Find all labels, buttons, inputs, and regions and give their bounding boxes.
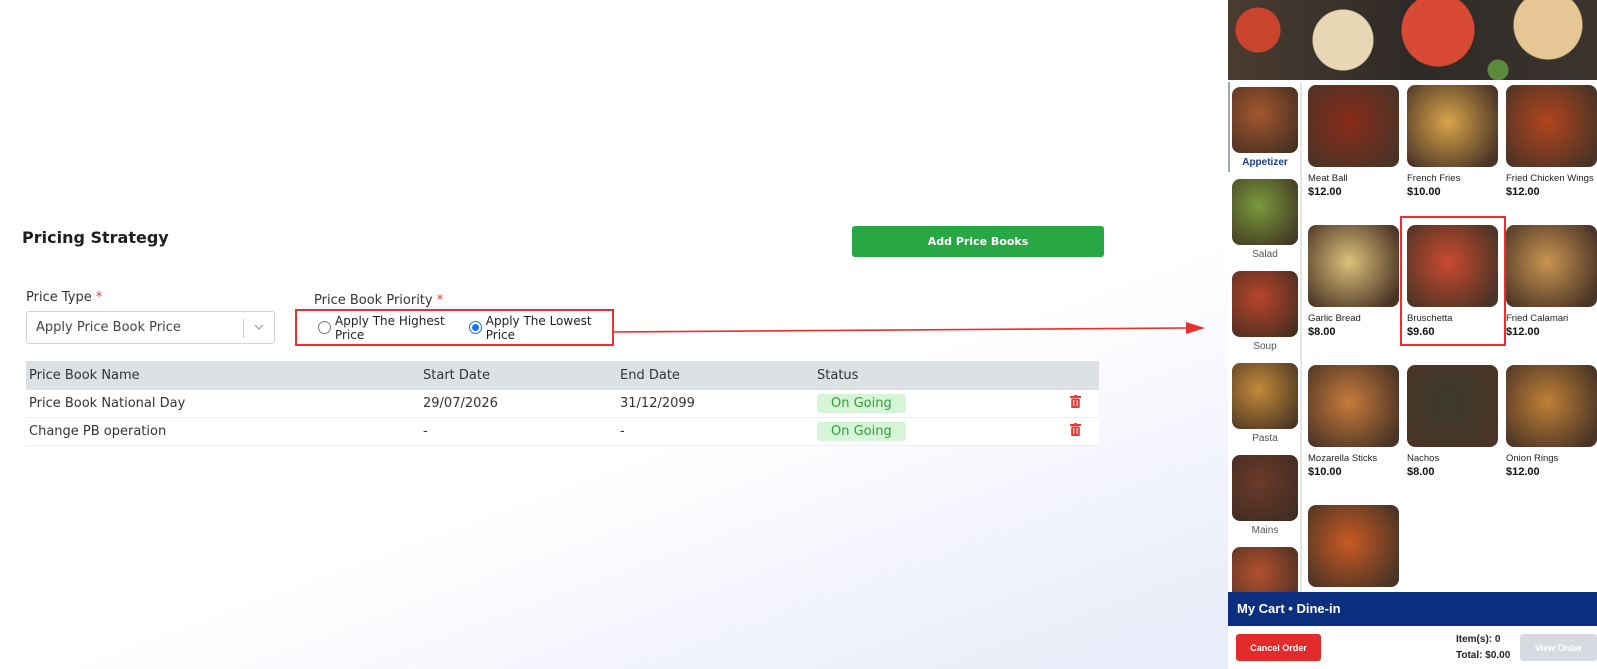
category-image [1232, 271, 1298, 337]
category-item[interactable]: Soup [1232, 271, 1298, 352]
table-header: Price Book Name Start Date End Date Stat… [26, 361, 1099, 390]
product-price: $12.00 [1506, 326, 1540, 338]
category-label: Soup [1253, 341, 1277, 352]
cell-start: - [423, 424, 428, 439]
header-status: Status [817, 368, 859, 383]
cart-bar: My Cart • Dine-in [1228, 592, 1597, 626]
product-image [1308, 225, 1399, 307]
select-divider [243, 319, 244, 338]
view-order-button[interactable]: View Order [1520, 634, 1597, 661]
product-price: $12.00 [1506, 466, 1540, 478]
cell-end: - [620, 424, 625, 439]
category-label: Mains [1251, 525, 1279, 536]
category-item[interactable]: Mains [1232, 455, 1298, 536]
product-tile[interactable]: Nachos $8.00 [1407, 365, 1498, 478]
price-type-select[interactable]: Apply Price Book Price [26, 311, 275, 344]
product-name: Mozarella Sticks [1308, 453, 1378, 464]
product-image [1407, 85, 1498, 167]
chevron-down-icon [254, 324, 264, 331]
category-item[interactable]: Appetizer [1232, 87, 1298, 168]
cell-name: Change PB operation [29, 424, 167, 439]
category-image [1232, 363, 1298, 429]
category-label: Salad [1252, 249, 1278, 260]
product-name: Meat Ball [1308, 173, 1348, 184]
food-banner-image [1228, 0, 1597, 80]
priority-label-text: Price Book Priority [314, 293, 433, 308]
cell-end: 31/12/2099 [620, 396, 695, 411]
product-tile[interactable]: Onion Rings $12.00 [1506, 365, 1597, 478]
product-tile[interactable]: Meat Ball $12.00 [1308, 85, 1399, 198]
radio-label: Apply The Lowest Price [485, 313, 592, 342]
cart-total: Total: $0.00 [1456, 650, 1511, 661]
highlight-box-bruschetta [1400, 216, 1506, 346]
page-title: Pricing Strategy [22, 228, 169, 247]
product-image [1308, 505, 1399, 587]
cell-start: 29/07/2026 [423, 396, 498, 411]
product-tile[interactable]: French Fries $10.00 [1407, 85, 1498, 198]
product-image [1506, 365, 1597, 447]
required-mark: * [436, 293, 444, 308]
radio-highest-price[interactable]: Apply The Highest Price [318, 314, 460, 342]
product-name: Garlic Bread [1308, 313, 1361, 324]
category-label: Appetizer [1242, 157, 1288, 168]
product-image [1308, 85, 1399, 167]
product-image [1506, 225, 1597, 307]
product-tile[interactable] [1308, 505, 1399, 593]
item-count: Item(s): 0 [1456, 634, 1501, 645]
header-name: Price Book Name [29, 368, 140, 383]
product-image [1506, 85, 1597, 167]
radio-label: Apply The Highest Price [335, 313, 445, 342]
product-price: $8.00 [1407, 466, 1435, 478]
product-name: French Fries [1407, 173, 1461, 184]
header-start-date: Start Date [423, 368, 490, 383]
price-type-label: Price Type * [26, 290, 102, 305]
product-name: Nachos [1407, 453, 1440, 464]
cart-summary: Item(s): 0 Total: $0.00 [1456, 632, 1510, 664]
add-price-books-button[interactable]: Add Price Books [852, 226, 1104, 257]
table-row: Change PB operation - - On Going [26, 418, 1099, 446]
product-price: $12.00 [1308, 186, 1342, 198]
product-price: $12.00 [1506, 186, 1540, 198]
price-book-table: Price Book Name Start Date End Date Stat… [26, 361, 1099, 446]
product-tile[interactable]: Fried Chicken Wings $12.00 [1506, 85, 1597, 198]
product-name: Fried Chicken Wings [1506, 173, 1594, 184]
cart-footer: Cancel Order Item(s): 0 Total: $0.00 Vie… [1228, 626, 1597, 669]
price-book-priority-label: Price Book Priority * [314, 293, 443, 308]
table-row: Price Book National Day 29/07/2026 31/12… [26, 390, 1099, 418]
radio-button[interactable] [318, 321, 331, 334]
product-image [1308, 365, 1399, 447]
product-name: Fried Calamari [1506, 313, 1569, 324]
status-badge: On Going [817, 422, 906, 441]
status-badge: On Going [817, 394, 906, 413]
cancel-order-button[interactable]: Cancel Order [1236, 634, 1321, 661]
category-item[interactable]: Pasta [1232, 363, 1298, 444]
product-tile[interactable]: Garlic Bread $8.00 [1308, 225, 1399, 338]
product-image [1407, 365, 1498, 447]
annotation-arrow [614, 322, 1205, 334]
category-image [1232, 455, 1298, 521]
required-mark: * [95, 290, 103, 305]
category-image [1232, 179, 1298, 245]
trash-icon[interactable] [1070, 423, 1081, 440]
price-book-priority-radio-group: Apply The Highest Price Apply The Lowest… [295, 309, 614, 346]
category-sidebar: Appetizer Salad Soup Pasta Mains [1228, 82, 1302, 613]
category-image [1232, 87, 1298, 153]
product-name: Onion Rings [1506, 453, 1559, 464]
cell-name: Price Book National Day [29, 396, 186, 411]
product-price: $10.00 [1308, 466, 1342, 478]
product-price: $8.00 [1308, 326, 1336, 338]
price-type-label-text: Price Type [26, 290, 92, 305]
header-end-date: End Date [620, 368, 680, 383]
radio-lowest-price[interactable]: Apply The Lowest Price [468, 313, 607, 342]
category-item[interactable]: Salad [1232, 179, 1298, 260]
category-label: Pasta [1252, 433, 1278, 444]
price-type-value: Apply Price Book Price [36, 320, 181, 335]
radio-button-checked[interactable] [468, 321, 482, 334]
trash-icon[interactable] [1070, 395, 1081, 412]
product-tile[interactable]: Mozarella Sticks $10.00 [1308, 365, 1399, 478]
product-tile[interactable]: Fried Calamari $12.00 [1506, 225, 1597, 338]
product-price: $10.00 [1407, 186, 1441, 198]
